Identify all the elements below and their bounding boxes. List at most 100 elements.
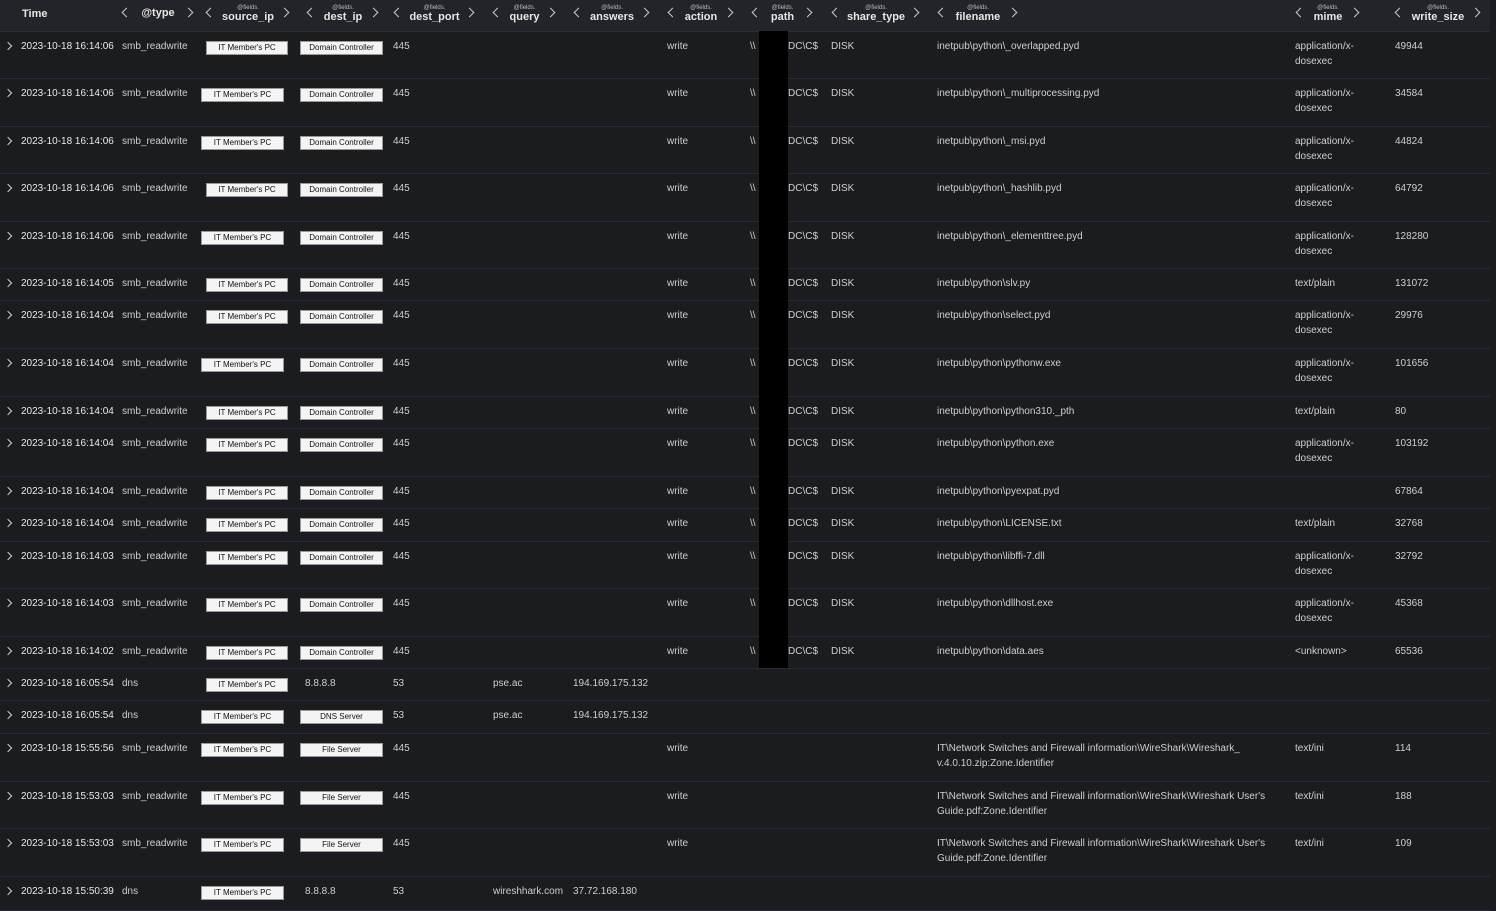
dest-ip-tag[interactable]: Domain Controller xyxy=(300,310,383,324)
column-header-action[interactable]: @fields. action xyxy=(666,0,736,31)
chevron-right-icon[interactable] xyxy=(369,6,381,20)
source-ip-tag[interactable]: IT Member's PC xyxy=(206,406,288,420)
chevron-right-icon[interactable] xyxy=(4,790,14,802)
chevron-right-icon[interactable] xyxy=(640,6,652,20)
chevron-right-icon[interactable] xyxy=(4,357,14,369)
chevron-right-icon[interactable] xyxy=(1008,6,1020,20)
source-ip-tag[interactable]: IT Member's PC xyxy=(201,136,284,150)
chevron-right-icon[interactable] xyxy=(4,885,14,897)
source-ip-tag[interactable]: IT Member's PC xyxy=(201,838,284,852)
column-header-mime[interactable]: @fields. mime xyxy=(1294,0,1362,31)
column-header-answers[interactable]: @fields. answers xyxy=(572,0,652,31)
table-row[interactable]: 2023-10-18 16:05:54 dns IT Member's PC 8.8.… xyxy=(0,668,1490,701)
table-row[interactable]: 2023-10-18 16:14:06 smb_readwrite IT Membe… xyxy=(0,126,1490,174)
dest-ip-tag[interactable]: Domain Controller xyxy=(300,41,383,55)
table-row[interactable]: 2023-10-18 16:14:04 smb_readwrite IT Membe… xyxy=(0,476,1490,509)
column-header-query[interactable]: @fields. query xyxy=(491,0,558,31)
chevron-right-icon[interactable] xyxy=(4,135,14,147)
source-ip-tag[interactable]: IT Member's PC xyxy=(206,598,288,612)
source-ip-tag[interactable]: IT Member's PC xyxy=(201,886,284,900)
chevron-right-icon[interactable] xyxy=(4,405,14,417)
chevron-right-icon[interactable] xyxy=(910,6,922,20)
dest-ip-tag[interactable]: Domain Controller xyxy=(300,231,383,245)
chevron-right-icon[interactable] xyxy=(1471,6,1483,20)
source-ip-tag[interactable]: IT Member's PC xyxy=(206,278,288,292)
table-row[interactable]: 2023-10-18 16:14:04 smb_readwrite IT Membe… xyxy=(0,508,1490,542)
dest-ip-tag[interactable]: File Server xyxy=(300,838,383,852)
chevron-right-icon[interactable] xyxy=(4,40,14,52)
dest-ip-tag[interactable]: Domain Controller xyxy=(300,88,383,102)
chevron-right-icon[interactable] xyxy=(4,677,14,689)
chevron-right-icon[interactable] xyxy=(803,6,815,20)
table-row[interactable]: 2023-10-18 16:14:04 smb_readwrite IT Membe… xyxy=(0,396,1490,429)
column-header--type[interactable]: @type xyxy=(120,0,196,31)
table-row[interactable]: 2023-10-18 16:05:54 dns IT Member's PC DNS … xyxy=(0,700,1490,734)
source-ip-tag[interactable]: IT Member's PC xyxy=(206,486,288,500)
table-row[interactable]: 2023-10-18 15:55:56 smb_readwrite IT Membe… xyxy=(0,733,1490,782)
table-row[interactable]: 2023-10-18 15:53:03 smb_readwrite IT Membe… xyxy=(0,828,1490,877)
dest-ip-tag[interactable]: File Server xyxy=(300,791,383,805)
dest-ip-tag[interactable]: Domain Controller xyxy=(300,358,383,372)
table-row[interactable]: 2023-10-18 16:14:06 smb_readwrite IT Membe… xyxy=(0,221,1490,269)
chevron-right-icon[interactable] xyxy=(280,6,292,20)
chevron-right-icon[interactable] xyxy=(4,837,14,849)
source-ip-tag[interactable]: IT Member's PC xyxy=(201,710,284,724)
table-row[interactable]: 2023-10-18 16:14:02 smb_readwrite IT Membe… xyxy=(0,636,1490,669)
table-row[interactable]: 2023-10-18 16:14:03 smb_readwrite IT Membe… xyxy=(0,588,1490,637)
source-ip-tag[interactable]: IT Member's PC xyxy=(206,438,288,452)
column-header-path[interactable]: @fields. path xyxy=(750,0,815,31)
chevron-right-icon[interactable] xyxy=(546,6,558,20)
chevron-right-icon[interactable] xyxy=(184,6,196,20)
chevron-right-icon[interactable] xyxy=(4,437,14,449)
chevron-right-icon[interactable] xyxy=(465,6,477,20)
dest-ip-tag[interactable]: Domain Controller xyxy=(300,598,383,612)
chevron-right-icon[interactable] xyxy=(4,182,14,194)
chevron-right-icon[interactable] xyxy=(4,742,14,754)
table-row[interactable]: 2023-10-18 16:14:04 smb_readwrite IT Membe… xyxy=(0,300,1490,349)
source-ip-tag[interactable]: IT Member's PC xyxy=(201,743,284,757)
dest-ip-tag[interactable]: Domain Controller xyxy=(300,136,383,150)
column-header-write-size[interactable]: @fields. write_size xyxy=(1393,0,1483,31)
chevron-right-icon[interactable] xyxy=(4,309,14,321)
dest-ip-tag[interactable]: DNS Server xyxy=(300,710,383,724)
table-row[interactable]: 2023-10-18 16:14:04 smb_readwrite IT Membe… xyxy=(0,428,1490,477)
table-row[interactable]: 2023-10-18 16:14:05 smb_readwrite IT Membe… xyxy=(0,268,1490,301)
chevron-right-icon[interactable] xyxy=(4,709,14,721)
table-row[interactable]: 2023-10-18 16:14:04 smb_readwrite IT Membe… xyxy=(0,348,1490,397)
source-ip-tag[interactable]: IT Member's PC xyxy=(206,310,288,324)
dest-ip-tag[interactable]: File Server xyxy=(300,743,383,757)
dest-ip-tag[interactable]: Domain Controller xyxy=(300,438,383,452)
source-ip-tag[interactable]: IT Member's PC xyxy=(201,358,284,372)
dest-ip-tag[interactable]: Domain Controller xyxy=(300,406,383,420)
source-ip-tag[interactable]: IT Member's PC xyxy=(206,183,288,197)
chevron-right-icon[interactable] xyxy=(4,87,14,99)
table-row[interactable]: 2023-10-18 16:14:06 smb_readwrite IT Membe… xyxy=(0,173,1490,222)
chevron-right-icon[interactable] xyxy=(4,645,14,657)
table-row[interactable]: 2023-10-18 16:14:03 smb_readwrite IT Membe… xyxy=(0,541,1490,589)
source-ip-tag[interactable]: IT Member's PC xyxy=(206,678,288,692)
source-ip-tag[interactable]: IT Member's PC xyxy=(201,791,284,805)
dest-ip-tag[interactable]: Domain Controller xyxy=(300,486,383,500)
source-ip-tag[interactable]: IT Member's PC xyxy=(206,518,288,532)
source-ip-tag[interactable]: IT Member's PC xyxy=(206,41,288,55)
source-ip-tag[interactable]: IT Member's PC xyxy=(201,231,284,245)
column-header-share-type[interactable]: @fields. share_type xyxy=(830,0,922,31)
column-header-filename[interactable]: @fields. filename xyxy=(936,0,1020,31)
chevron-right-icon[interactable] xyxy=(4,597,14,609)
source-ip-tag[interactable]: IT Member's PC xyxy=(206,551,288,565)
column-header-dest-port[interactable]: @fields. dest_port xyxy=(392,0,477,31)
dest-ip-tag[interactable]: Domain Controller xyxy=(300,518,383,532)
table-row[interactable]: 2023-10-18 16:14:06 smb_readwrite IT Membe… xyxy=(0,31,1490,79)
table-row[interactable]: 2023-10-18 15:50:39 dns IT Member's PC 8.8.… xyxy=(0,876,1490,911)
chevron-right-icon[interactable] xyxy=(4,485,14,497)
chevron-right-icon[interactable] xyxy=(1350,6,1362,20)
time-column-header[interactable]: Time xyxy=(22,8,47,20)
column-header-dest-ip[interactable]: @fields. dest_ip xyxy=(305,0,381,31)
table-row[interactable]: 2023-10-18 16:14:06 smb_readwrite IT Membe… xyxy=(0,78,1490,127)
dest-ip-tag[interactable]: Domain Controller xyxy=(300,646,383,660)
chevron-right-icon[interactable] xyxy=(724,6,736,20)
table-row[interactable]: 2023-10-18 15:53:03 smb_readwrite IT Membe… xyxy=(0,781,1490,829)
chevron-right-icon[interactable] xyxy=(4,277,14,289)
chevron-right-icon[interactable] xyxy=(4,517,14,529)
dest-ip-tag[interactable]: Domain Controller xyxy=(300,551,383,565)
